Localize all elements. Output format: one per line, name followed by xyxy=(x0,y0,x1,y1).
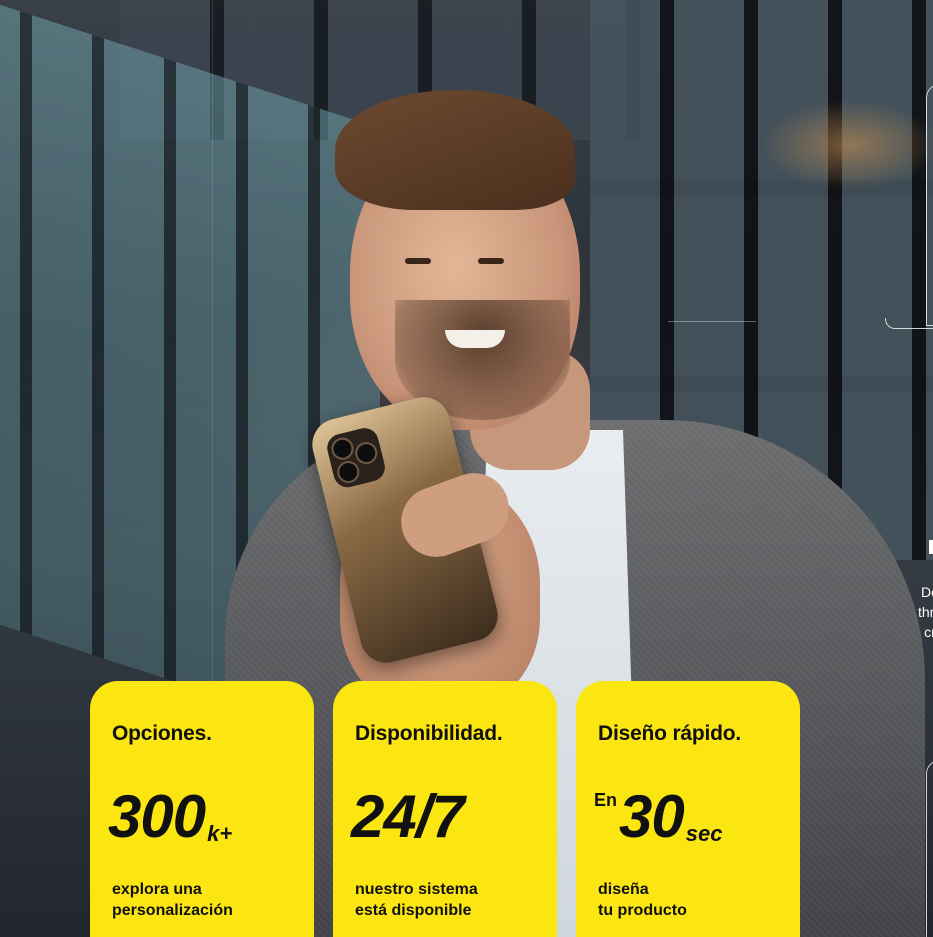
stat-description: nuestro sistema está disponible xyxy=(355,879,478,921)
stat-value: 24/7 xyxy=(351,783,465,850)
stat-suffix: k+ xyxy=(207,821,233,846)
stat-suffix: sec xyxy=(685,821,723,846)
stat-description: explora una personalización xyxy=(112,879,233,921)
side-text-cut-off: De thre cr xyxy=(900,582,933,642)
person-hair xyxy=(335,90,575,210)
stat-description-line: está disponible xyxy=(355,902,472,919)
stat-value: 300 xyxy=(108,783,206,850)
person-smile xyxy=(445,330,505,348)
stat-card-title: Disponibilidad. xyxy=(355,722,503,745)
stat-description-line: tu producto xyxy=(598,902,687,919)
side-marker xyxy=(929,540,933,554)
outline-frame-icon xyxy=(926,84,933,326)
side-text-line: De xyxy=(921,584,933,600)
person-eye xyxy=(478,258,504,264)
stat-description-line: personalización xyxy=(112,902,233,919)
stat-value-row: 300 k+ xyxy=(108,787,232,847)
stat-value-row: 24/7 xyxy=(351,783,465,850)
stat-card-title: Diseño rápido. xyxy=(598,722,742,745)
side-text-line: thre xyxy=(917,604,933,620)
outline-frame-icon xyxy=(926,760,933,937)
stat-description-line: diseña xyxy=(598,881,649,898)
stat-card-fast-design: Diseño rápido. En 30 sec diseña tu produ… xyxy=(576,681,800,937)
phone-camera-icon xyxy=(324,425,388,491)
stat-value: 30 xyxy=(619,783,685,850)
stat-description-line: explora una xyxy=(112,881,202,898)
person-eye xyxy=(405,258,431,264)
side-text-line: cr xyxy=(924,624,933,640)
stat-description-line: nuestro sistema xyxy=(355,881,478,898)
outline-frame-foot xyxy=(885,318,933,329)
stat-prefix: En xyxy=(594,790,618,810)
hero-section: De thre cr Opciones. 300 k+ explora una … xyxy=(0,0,933,937)
stat-value-row: En 30 sec xyxy=(594,787,722,847)
stat-card-title: Opciones. xyxy=(112,722,212,745)
stat-description: diseña tu producto xyxy=(598,879,687,921)
stat-card-availability: Disponibilidad. 24/7 nuestro sistema est… xyxy=(333,681,557,937)
stat-card-options: Opciones. 300 k+ explora una personaliza… xyxy=(90,681,314,937)
